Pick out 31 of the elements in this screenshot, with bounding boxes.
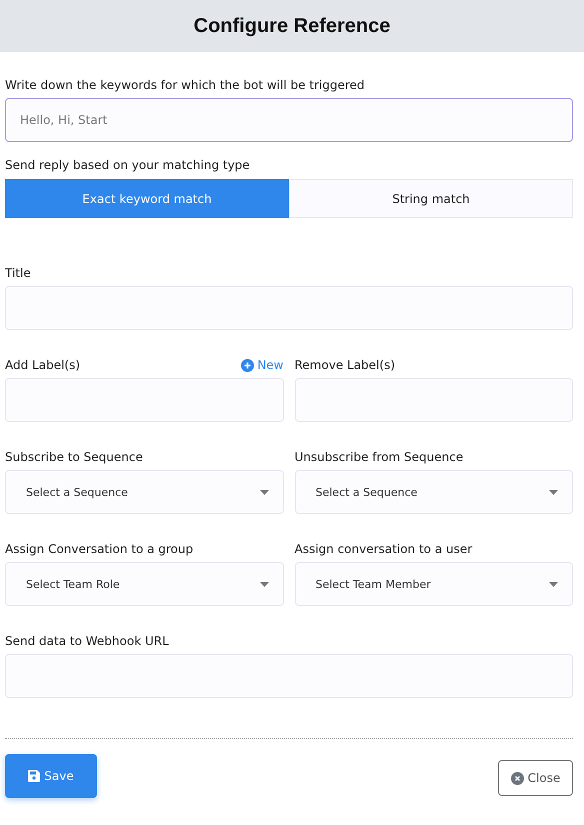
field-label: Assign Conversation to a group bbox=[5, 542, 194, 556]
text-field[interactable] bbox=[294, 378, 573, 422]
caret-icon bbox=[260, 490, 268, 494]
field-label: Send data to Webhook URL bbox=[5, 634, 169, 648]
select-dropdown[interactable]: Select Team Member bbox=[294, 562, 573, 606]
field-label: Send reply based on your matching type bbox=[5, 158, 251, 172]
window-title: Configure Reference bbox=[194, 14, 390, 38]
field-label: Unsubscribe from Sequence bbox=[294, 450, 464, 464]
select-dropdown[interactable]: Select Team Role bbox=[5, 562, 284, 606]
field-label: Write down the keywords for which the bot will be triggered bbox=[5, 78, 366, 92]
field-label: Add Label(s) bbox=[5, 358, 80, 372]
keywords-field[interactable]: Hello, Hi, Start bbox=[5, 98, 573, 142]
caret-icon bbox=[260, 582, 268, 586]
match-option[interactable]: Exact keyword match bbox=[5, 179, 289, 218]
select-dropdown[interactable]: Select a Sequence bbox=[5, 470, 284, 514]
save-button[interactable]: Save bbox=[5, 754, 97, 798]
caret-icon bbox=[549, 490, 558, 494]
field-label: Subscribe to Sequence bbox=[5, 450, 143, 464]
field-label: Assign conversation to a user bbox=[294, 542, 472, 556]
caret-icon bbox=[549, 582, 558, 586]
text-field[interactable] bbox=[5, 654, 573, 698]
new-link[interactable]: New bbox=[241, 358, 284, 372]
field-label: Remove Label(s) bbox=[294, 358, 395, 372]
close-icon bbox=[510, 772, 524, 784]
plus-icon bbox=[241, 358, 254, 372]
close-button[interactable]: Close bbox=[498, 760, 573, 796]
select-dropdown[interactable]: Select a Sequence bbox=[294, 470, 573, 514]
text-field[interactable] bbox=[5, 378, 284, 422]
text-field[interactable] bbox=[5, 286, 573, 330]
match-option[interactable]: String match bbox=[289, 179, 573, 218]
field-label: Title bbox=[5, 266, 31, 280]
